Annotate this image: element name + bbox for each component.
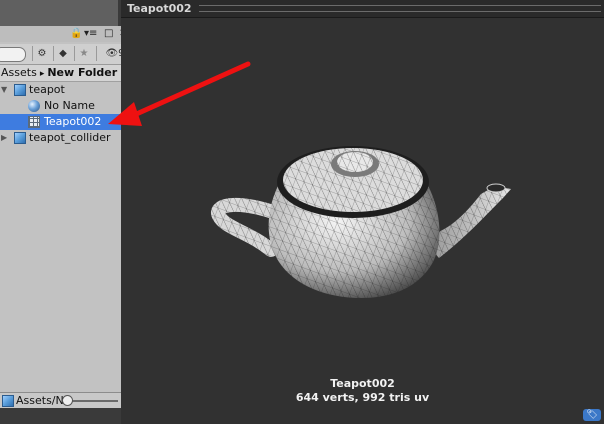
window-background-strip [0,0,118,26]
panel-header: 🔒 ▾≡ □ ✕ [0,26,134,42]
search-input[interactable] [0,47,26,62]
expand-arrow-icon[interactable]: ▶ [1,130,7,146]
icon-size-slider-handle[interactable] [62,395,73,406]
breadcrumb-current-folder[interactable]: New Folder [47,66,117,79]
mesh-stats-label: 644 verts, 992 tris uv [295,391,430,404]
panel-menu-icon[interactable]: ▾≡ [84,28,97,40]
tree-item-teapot002[interactable]: Teapot002 [0,114,134,130]
tree-item-label: No Name [44,99,95,112]
breadcrumb-separator-icon: ▸ [39,69,45,79]
prefab-cube-icon [14,84,26,96]
eye-slash-icon: 👁 [105,48,119,59]
teapot-wireframe-render[interactable] [121,0,604,424]
asset-label-tag-icon[interactable]: 🏷 [583,409,601,421]
project-panel: 🔒 ▾≡ □ ✕ ⚙ ◆ ★ 👁9 Assets▸New Folder ▼ te… [0,26,135,409]
filter-by-label-icon[interactable]: ◆ [53,46,72,61]
tree-item-no-name[interactable]: No Name [0,98,134,114]
breadcrumb: Assets ▸ New Folder [0,65,134,82]
maximize-icon[interactable]: □ [104,28,113,40]
prefab-cube-icon [2,395,14,407]
prefab-cube-icon [14,132,26,144]
tree-item-label: Teapot002 [44,115,102,128]
tree-item-teapot-collider[interactable]: ▶ teapot_collider [0,130,134,146]
filter-by-type-icon[interactable]: ⚙ [32,46,51,61]
tree-item-label: teapot_collider [29,131,111,144]
mesh-name-label: Teapot002 [330,377,395,390]
favorites-star-icon[interactable]: ★ [74,46,93,61]
window-background-strip [0,408,135,424]
mesh-preview-panel[interactable]: Teapot002 Teapot002 644 verts, 992 tris … [121,0,604,424]
teapot-lid [277,146,429,218]
material-sphere-icon [28,100,40,112]
project-toolbar: ⚙ ◆ ★ 👁9 [0,44,134,65]
tree-item-label: teapot [29,83,65,96]
breadcrumb-assets[interactable]: Assets [0,66,37,79]
project-status-bar: Assets/N [0,392,134,409]
lock-icon[interactable]: 🔒 [70,28,82,40]
mesh-grid-icon [28,116,40,128]
tree-item-teapot[interactable]: ▼ teapot [0,82,134,98]
selected-asset-path: Assets/N [16,394,64,407]
expand-arrow-icon[interactable]: ▼ [1,82,7,98]
